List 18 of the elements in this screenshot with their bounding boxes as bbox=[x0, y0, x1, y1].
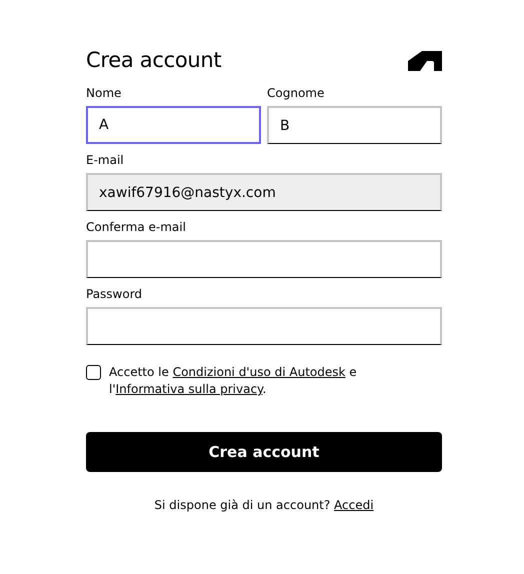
link[interactable]: Condizioni d'uso di Autodesk bbox=[172, 365, 346, 379]
form-title: Crea account bbox=[86, 48, 222, 72]
create-account-button[interactable]: Crea account bbox=[86, 432, 442, 472]
agreement-text: Accetto le Condizioni d'uso di Autodesk e l'Informativa sulla privacy. bbox=[109, 364, 358, 398]
link[interactable]: Informativa sulla privacy bbox=[116, 382, 262, 396]
sign-in-prompt: Si dispone già di un account? Accedi bbox=[153, 498, 375, 512]
input-field[interactable]: A bbox=[86, 106, 261, 144]
field-label: Nome bbox=[86, 86, 122, 100]
field-label: Cognome bbox=[267, 86, 326, 100]
logo-icon bbox=[408, 49, 442, 71]
link[interactable]: Accedi bbox=[334, 498, 374, 512]
field-label: Password bbox=[86, 287, 144, 301]
input-field[interactable]: B bbox=[267, 106, 442, 144]
field-label: Conferma e-mail bbox=[86, 220, 187, 234]
input-field[interactable] bbox=[86, 240, 442, 278]
checkbox[interactable] bbox=[86, 365, 101, 380]
input-field[interactable] bbox=[86, 307, 442, 345]
field-label: E-mail bbox=[86, 153, 125, 167]
